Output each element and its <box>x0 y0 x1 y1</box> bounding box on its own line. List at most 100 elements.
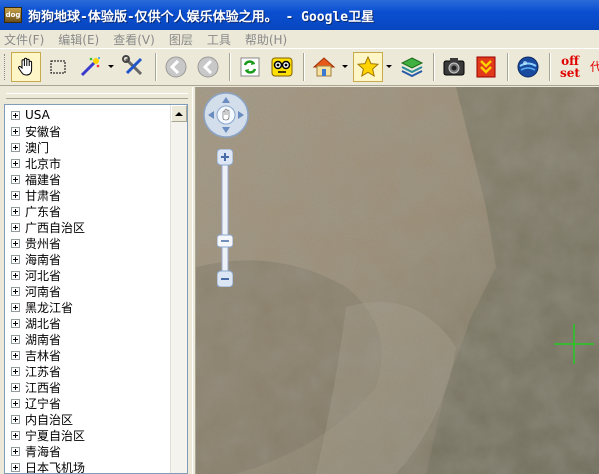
toolbar-grip[interactable] <box>4 54 5 80</box>
download-icon <box>476 56 496 78</box>
expand-plus-icon[interactable] <box>11 206 20 216</box>
expand-plus-icon[interactable] <box>11 430 20 440</box>
expand-plus-icon[interactable] <box>11 174 20 184</box>
tree-item[interactable]: 内自治区 <box>5 411 171 427</box>
tree-item[interactable]: 河北省 <box>5 267 171 283</box>
tree-item[interactable]: 江西省 <box>5 379 171 395</box>
expand-plus-icon[interactable] <box>11 254 20 264</box>
refresh-button[interactable] <box>235 52 265 82</box>
magic-wand-button[interactable] <box>75 52 105 82</box>
satellite-map[interactable] <box>196 87 599 474</box>
scroll-up-button[interactable] <box>171 105 187 122</box>
home-button[interactable] <box>309 52 339 82</box>
tree-item-label: 河北省 <box>25 268 62 283</box>
home-dropdown[interactable] <box>341 52 349 82</box>
tree-item[interactable]: 甘肃省 <box>5 187 171 203</box>
expand-plus-icon[interactable] <box>11 398 20 408</box>
screenshot-button[interactable] <box>439 52 469 82</box>
expand-plus-icon[interactable] <box>11 126 20 136</box>
tree-item[interactable]: 青海省 <box>5 443 171 459</box>
menu-edit[interactable]: 编辑(E) <box>58 31 99 48</box>
tree-item[interactable]: 福建省 <box>5 171 171 187</box>
tree-list: USA 安徽省 澳门 北京市 福建省 甘肃省 广东省 广西自治区 贵州省 海南省 河北省 河南省 黑龙江… <box>5 107 171 473</box>
expand-plus-icon[interactable] <box>11 142 20 152</box>
tree-item-label: 安徽省 <box>25 124 62 139</box>
tree-item[interactable]: 海南省 <box>5 251 171 267</box>
home-icon <box>312 57 336 77</box>
tree-item[interactable]: 河南省 <box>5 283 171 299</box>
tree-item[interactable]: 贵州省 <box>5 235 171 251</box>
tree-scrollbar[interactable] <box>170 105 187 473</box>
expand-plus-icon[interactable] <box>11 238 20 248</box>
tree-item[interactable]: 吉林省 <box>5 347 171 363</box>
layers-button[interactable] <box>397 52 427 82</box>
expand-plus-icon[interactable] <box>11 446 20 456</box>
expand-plus-icon[interactable] <box>11 158 20 168</box>
menu-bar: 文件(F) 编辑(E) 查看(V) 图层 工具 帮助(H) <box>0 30 599 48</box>
panel-header-bar[interactable] <box>6 93 188 99</box>
star-icon <box>356 55 380 78</box>
tree-item-label: 内自治区 <box>25 412 74 427</box>
favorites-button[interactable] <box>353 52 383 82</box>
expand-plus-icon[interactable] <box>11 366 20 376</box>
tree-item[interactable]: 日本飞机场 <box>5 459 171 473</box>
forward-button[interactable] <box>193 52 223 82</box>
tree-item-label: 宁夏自治区 <box>25 428 86 443</box>
tree-item[interactable]: 北京市 <box>5 155 171 171</box>
expand-plus-icon[interactable] <box>11 350 20 360</box>
tree-item-label: 湖南省 <box>25 332 62 347</box>
tree-item[interactable]: 澳门 <box>5 139 171 155</box>
expand-plus-icon[interactable] <box>11 190 20 200</box>
title-bar[interactable]: dog 狗狗地球-体验版-仅供个人娱乐体验之用。 - Google卫星 <box>0 0 599 30</box>
expand-plus-icon[interactable] <box>11 270 20 280</box>
tree-item[interactable]: 黑龙江省 <box>5 299 171 315</box>
offset-label-bottom: set <box>560 66 580 80</box>
tree-item-label: 澳门 <box>25 140 50 155</box>
satellite-imagery <box>196 87 599 474</box>
proxy-button[interactable]: 代理 <box>587 52 599 82</box>
tree-item[interactable]: 辽宁省 <box>5 395 171 411</box>
expand-plus-icon[interactable] <box>11 302 20 312</box>
zoom-slider[interactable] <box>217 149 233 287</box>
tree-item[interactable]: 广东省 <box>5 203 171 219</box>
tree-item[interactable]: 安徽省 <box>5 123 171 139</box>
tree-item[interactable]: 湖南省 <box>5 331 171 347</box>
select-rect-button[interactable] <box>43 52 73 82</box>
camera-icon <box>443 58 465 76</box>
expand-plus-icon[interactable] <box>11 462 20 472</box>
expand-plus-icon[interactable] <box>11 110 20 120</box>
mascot-button[interactable] <box>267 52 297 82</box>
tree-item[interactable]: 广西自治区 <box>5 219 171 235</box>
back-button[interactable] <box>161 52 191 82</box>
menu-view[interactable]: 查看(V) <box>113 31 155 48</box>
expand-plus-icon[interactable] <box>11 382 20 392</box>
tree-item-label: 江西省 <box>25 380 62 395</box>
expand-plus-icon[interactable] <box>11 334 20 344</box>
region-tree[interactable]: USA 安徽省 澳门 北京市 福建省 甘肃省 广东省 广西自治区 贵州省 海南省 河北省 河南省 黑龙江… <box>4 104 188 474</box>
tools-button[interactable] <box>119 52 149 82</box>
tree-item[interactable]: 江苏省 <box>5 363 171 379</box>
download-button[interactable] <box>471 52 501 82</box>
pan-hand-button[interactable] <box>11 52 41 82</box>
tree-item[interactable]: USA <box>5 107 171 123</box>
menu-file[interactable]: 文件(F) <box>4 31 44 48</box>
tree-item-label: 海南省 <box>25 252 62 267</box>
google-earth-button[interactable] <box>513 52 543 82</box>
menu-help[interactable]: 帮助(H) <box>245 31 287 48</box>
menu-tools[interactable]: 工具 <box>207 31 231 48</box>
tree-item-label: 吉林省 <box>25 348 62 363</box>
expand-plus-icon[interactable] <box>11 414 20 424</box>
expand-plus-icon[interactable] <box>11 318 20 328</box>
offset-button[interactable]: off set <box>555 52 585 82</box>
magic-wand-dropdown[interactable] <box>107 52 115 82</box>
nav-control[interactable] <box>202 91 250 139</box>
arrow-forward-icon <box>197 56 219 78</box>
hand-icon <box>18 57 33 76</box>
expand-plus-icon[interactable] <box>11 286 20 296</box>
tree-item-label: 辽宁省 <box>25 396 62 411</box>
tree-item[interactable]: 湖北省 <box>5 315 171 331</box>
favorites-dropdown[interactable] <box>385 52 393 82</box>
expand-plus-icon[interactable] <box>11 222 20 232</box>
tree-item[interactable]: 宁夏自治区 <box>5 427 171 443</box>
menu-layers[interactable]: 图层 <box>169 31 193 48</box>
